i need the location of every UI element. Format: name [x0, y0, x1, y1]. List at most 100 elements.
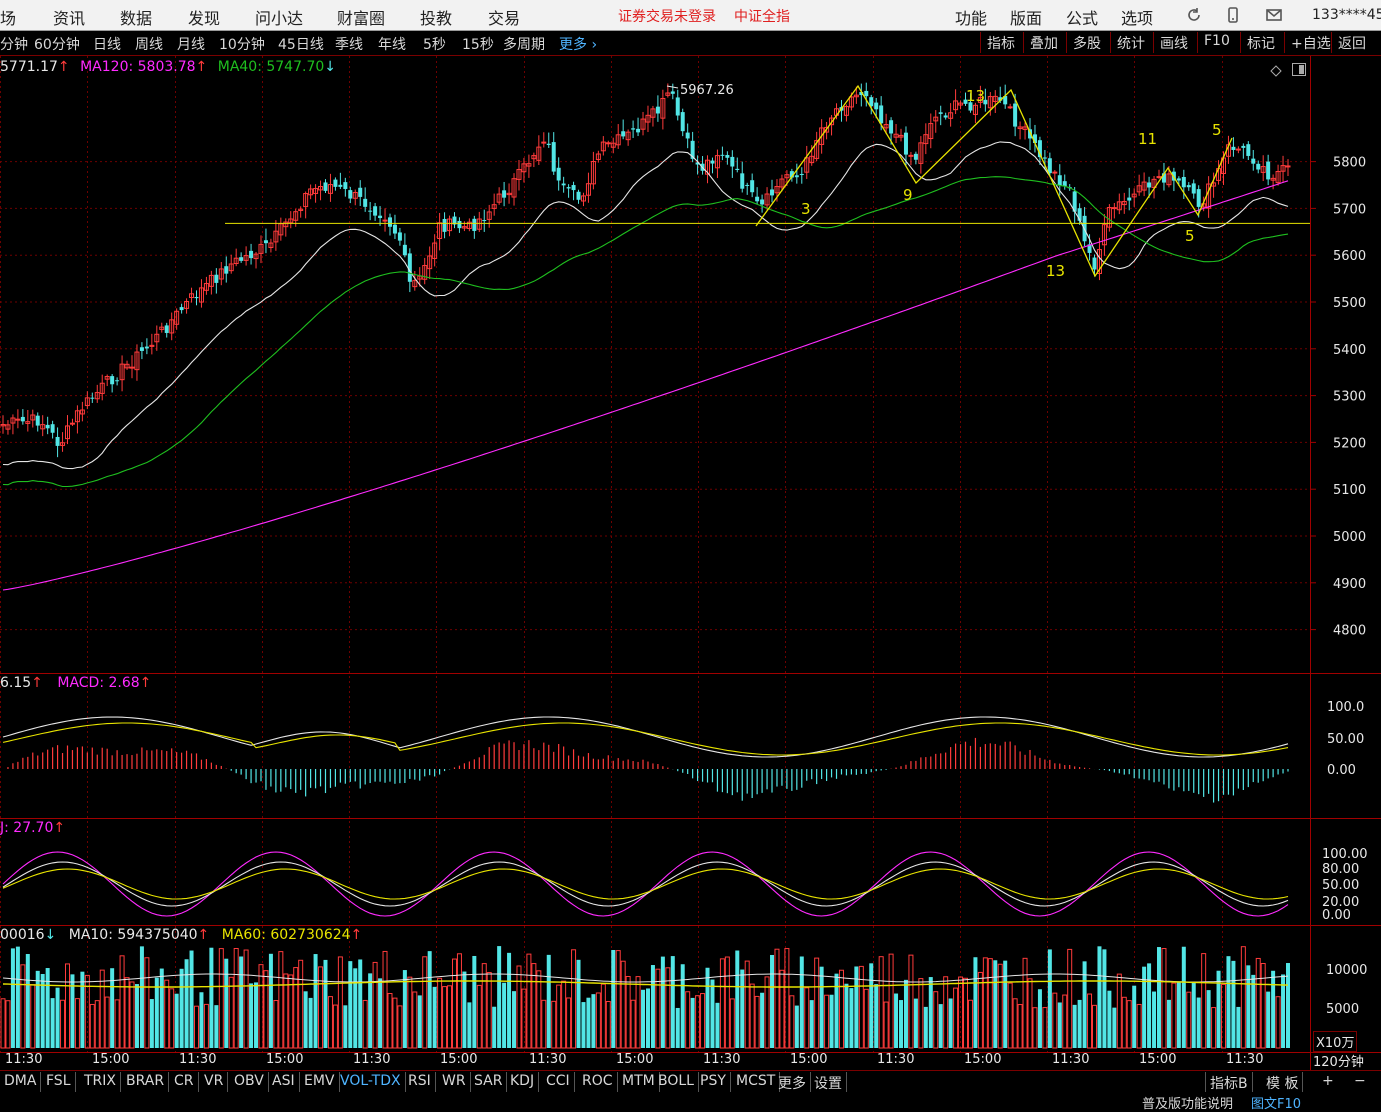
tool-overlay[interactable]: 叠加 [1023, 32, 1064, 53]
help-link[interactable]: 普及版功能说明 [1142, 1093, 1233, 1112]
tab-fsl[interactable]: FSL [42, 1072, 76, 1092]
volume-bar-up [1211, 1007, 1217, 1049]
candle-down [402, 244, 407, 256]
candle-up [382, 219, 388, 222]
tool-indicator[interactable]: 指标 [980, 32, 1021, 53]
diamond-icon[interactable] [1270, 62, 1282, 77]
refresh-icon[interactable] [1185, 6, 1203, 24]
menu-function[interactable]: 功能 [955, 5, 987, 29]
volume-bar-up [784, 948, 790, 1049]
tab-dma[interactable]: DMA [0, 1072, 42, 1092]
candle-down [1241, 145, 1246, 148]
menu-options[interactable]: 选项 [1121, 5, 1153, 29]
tab-template[interactable]: 模 板 [1262, 1072, 1304, 1092]
period-60min[interactable]: 60分钟 [34, 34, 80, 54]
volume-bar-down [1216, 970, 1221, 1048]
tool-back[interactable]: 返回 [1331, 32, 1372, 53]
menu-data[interactable]: 数据 [120, 5, 152, 29]
period-weekly[interactable]: 周线 [135, 34, 163, 54]
menu-discover[interactable]: 发现 [188, 5, 220, 29]
wave-line [755, 84, 1233, 278]
volume-bar-down [1157, 947, 1162, 1048]
zoom-in-button[interactable]: + [1318, 1072, 1338, 1092]
volume-bar-up [685, 991, 691, 1049]
period-monthly[interactable]: 月线 [177, 34, 205, 54]
tab-kdj[interactable]: KDJ [506, 1072, 540, 1092]
period-10min[interactable]: 10分钟 [219, 34, 265, 54]
menu-wealth-circle[interactable]: 财富圈 [337, 5, 385, 29]
tab-[interactable]: 设置 [810, 1072, 847, 1092]
volume-bar-down [611, 950, 616, 1048]
tool-multi-stock[interactable]: 多股 [1066, 32, 1107, 53]
period-yearly[interactable]: 年线 [378, 34, 406, 54]
tab-brar[interactable]: BRAR [122, 1072, 170, 1092]
menu-market[interactable]: 场 [0, 5, 16, 29]
menu-education[interactable]: 投教 [420, 5, 452, 29]
menu-ask[interactable]: 问小达 [255, 5, 303, 29]
tool-f10[interactable]: F10 [1197, 32, 1236, 53]
tool-draw-line[interactable]: 画线 [1153, 32, 1194, 53]
volume-bar-up [967, 999, 973, 1049]
tab-cci[interactable]: CCI [542, 1072, 575, 1092]
tab-trix[interactable]: TRIX [80, 1072, 121, 1092]
menu-trade[interactable]: 交易 [488, 5, 520, 29]
tab-roc[interactable]: ROC [578, 1072, 618, 1092]
phone-icon[interactable] [1224, 6, 1242, 24]
period-quarterly[interactable]: 季线 [335, 34, 363, 54]
volume-bar-up [541, 999, 547, 1049]
tab-[interactable]: 更多 [774, 1072, 811, 1092]
menu-news[interactable]: 资讯 [53, 5, 85, 29]
volume-bar-down [179, 968, 184, 1048]
tab-sar[interactable]: SAR [470, 1072, 508, 1092]
tab-obv[interactable]: OBV [230, 1072, 269, 1092]
period-multi[interactable]: 多周期 [503, 34, 545, 54]
volume-bar-up [169, 988, 175, 1049]
window-toggle-icon[interactable] [1292, 61, 1306, 76]
candle-down [1186, 185, 1191, 188]
tool-mark[interactable]: 标记 [1240, 32, 1281, 53]
tab-emv[interactable]: EMV [300, 1072, 340, 1092]
candle-down [55, 436, 60, 446]
zoom-out-button[interactable]: − [1350, 1072, 1370, 1092]
tool-add-watchlist[interactable]: +自选 [1284, 32, 1337, 53]
candle-down [1042, 157, 1047, 159]
period-daily[interactable]: 日线 [93, 34, 121, 54]
volume-bar-down [184, 959, 189, 1048]
period-label[interactable]: 120分钟 [1313, 1051, 1364, 1070]
tab-rsi[interactable]: RSI [404, 1072, 436, 1092]
period-45day[interactable]: 45日线 [278, 34, 324, 54]
menu-formula[interactable]: 公式 [1066, 5, 1098, 29]
mail-icon[interactable] [1265, 6, 1283, 24]
login-alert[interactable]: 证券交易未登录 [618, 6, 716, 26]
tab-indicator-b[interactable]: 指标B [1205, 1072, 1253, 1092]
volume-bar-up [1032, 1007, 1038, 1049]
period-minute[interactable]: 分钟 [0, 34, 28, 54]
account-id[interactable]: 133****45 [1312, 7, 1381, 23]
f10-link[interactable]: 图文F10 [1251, 1093, 1301, 1112]
down-arrow-icon: ↓ [324, 59, 336, 75]
menu-layout[interactable]: 版面 [1010, 5, 1042, 29]
price-tick-label: 5400 [1333, 343, 1366, 358]
volume-bar-up [779, 969, 785, 1049]
kline-chart[interactable]: 3 9 13 11 5 13 5 5967.26 5800 5700 5600 5500 5400 53… [0, 56, 1381, 1070]
tab-vr[interactable]: VR [200, 1072, 229, 1092]
volume-bar-down [928, 977, 933, 1048]
period-5sec[interactable]: 5秒 [423, 34, 446, 54]
tab-vol-tdx[interactable]: VOL-TDX [336, 1072, 406, 1092]
volume-bar-up [422, 956, 428, 1049]
price-tick-label: 4800 [1333, 624, 1366, 639]
tool-statistics[interactable]: 统计 [1110, 32, 1151, 53]
kdj-tick-label: 0.00 [1322, 908, 1351, 923]
candle-down [1231, 146, 1236, 150]
volume-bar-up [531, 963, 537, 1049]
tab-asi[interactable]: ASI [268, 1072, 300, 1092]
tab-cr[interactable]: CR [170, 1072, 199, 1092]
tab-boll[interactable]: BOLL [654, 1072, 699, 1092]
chart-grid [0, 56, 1381, 1070]
period-more[interactable]: 更多 › [559, 34, 597, 54]
period-15sec[interactable]: 15秒 [462, 34, 494, 54]
tab-psy[interactable]: PSY [696, 1072, 731, 1092]
volume-bar-down [1166, 999, 1171, 1048]
volume-bar-up [447, 985, 453, 1049]
tab-wr[interactable]: WR [438, 1072, 471, 1092]
